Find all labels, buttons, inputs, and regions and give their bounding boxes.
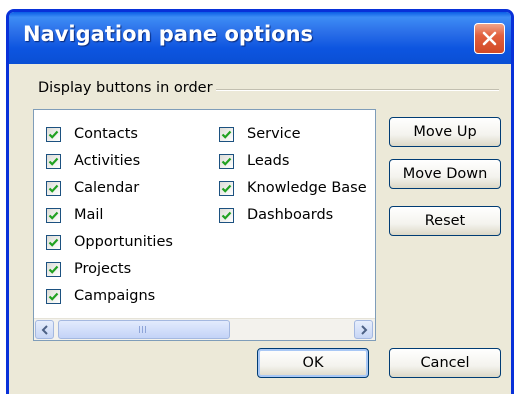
list-item-label: Contacts [74,126,138,142]
chevron-left-icon [41,325,48,335]
list-item-label: Mail [74,207,104,223]
navigation-pane-options-dialog: Navigation pane options Display buttons … [6,9,514,394]
close-icon [482,31,497,46]
checkbox-service[interactable] [219,126,234,142]
checkmark-icon [48,157,59,166]
list-item-dashboards[interactable]: Dashboards [219,203,333,227]
checkmark-icon [221,157,232,166]
checkmark-icon [221,211,232,220]
list-item-service[interactable]: Service [219,122,301,146]
dialog-title: Navigation pane options [23,22,314,46]
list-item-mail[interactable]: Mail [46,203,103,227]
checkmark-icon [48,292,59,301]
scroll-left-button[interactable] [35,320,54,339]
checkbox-contacts[interactable] [46,126,61,142]
list-item-activities[interactable]: Activities [46,149,140,173]
list-item-label: Projects [74,261,132,277]
list-item-calendar[interactable]: Calendar [46,176,139,200]
list-item-label: Knowledge Base [247,180,367,196]
list-item-label: Dashboards [247,207,334,223]
list-item-label: Service [247,126,301,142]
list-item-contacts[interactable]: Contacts [46,122,138,146]
list-item-projects[interactable]: Projects [46,257,131,281]
list-item-knowledge-base[interactable]: Knowledge Base [219,176,367,200]
list-item-label: Opportunities [74,234,173,250]
horizontal-scrollbar[interactable] [34,318,375,340]
title-bar: Navigation pane options [9,12,511,64]
close-button[interactable] [474,23,505,54]
list-item-label: Activities [74,153,141,169]
chevron-right-icon [361,325,368,335]
list-item-label: Campaigns [74,288,156,304]
checkbox-activities[interactable] [46,153,61,169]
grip-icon [139,326,148,333]
list-item-campaigns[interactable]: Campaigns [46,284,155,308]
checkbox-leads[interactable] [219,153,234,169]
checkbox-calendar[interactable] [46,180,61,196]
list-item-label: Calendar [74,180,140,196]
display-buttons-group-label: Display buttons in order [38,80,216,96]
list-item-leads[interactable]: Leads [219,149,289,173]
checkbox-campaigns[interactable] [46,288,61,304]
move-up-button[interactable]: Move Up [389,117,501,147]
scrollbar-thumb[interactable] [58,320,230,339]
checkbox-opportunities[interactable] [46,234,61,250]
list-item-opportunities[interactable]: Opportunities [46,230,173,254]
list-item-label: Leads [247,153,290,169]
checkmark-icon [221,130,232,139]
checkmark-icon [48,130,59,139]
checkbox-dashboards[interactable] [219,207,234,223]
checkbox-projects[interactable] [46,261,61,277]
buttons-order-list[interactable]: Contacts Activities Calendar Mail Opport… [33,109,376,341]
checkmark-icon [48,238,59,247]
move-down-button[interactable]: Move Down [389,159,501,189]
ok-button[interactable]: OK [257,348,369,378]
checkmark-icon [48,211,59,220]
cancel-button[interactable]: Cancel [389,348,501,378]
scroll-right-button[interactable] [354,320,373,339]
checkmark-icon [48,184,59,193]
reset-button[interactable]: Reset [389,206,501,236]
checkbox-mail[interactable] [46,207,61,223]
checkmark-icon [48,265,59,274]
checkmark-icon [221,184,232,193]
checkbox-knowledge-base[interactable] [219,180,234,196]
